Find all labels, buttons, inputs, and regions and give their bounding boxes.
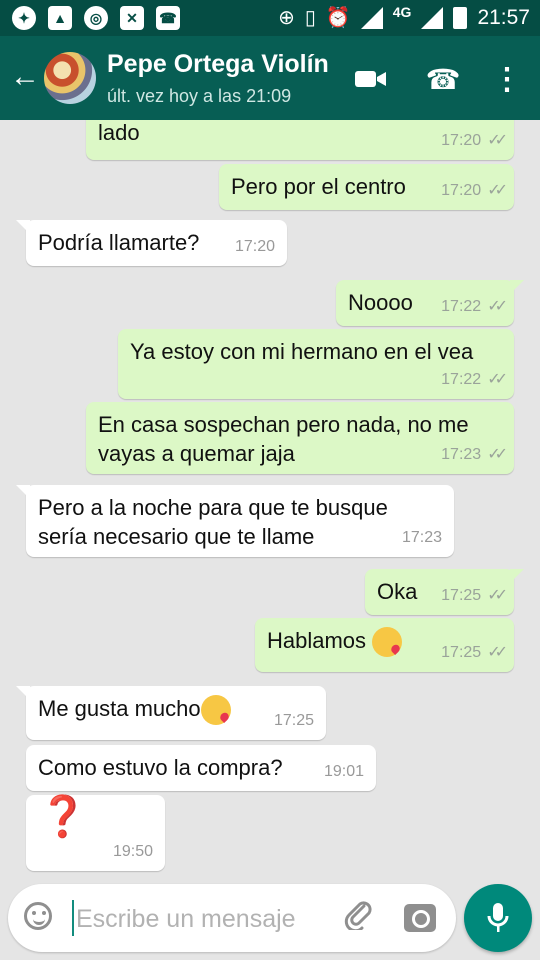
phone-call-icon[interactable]: ☎ xyxy=(426,62,461,96)
avatar[interactable] xyxy=(44,52,96,104)
status-right-icons: ⊕ ▯ ⏰ 4G 21:57 xyxy=(278,4,530,30)
signal-icon xyxy=(360,7,383,29)
message-text: Hablamos xyxy=(267,628,367,653)
read-ticks-icon: ✓✓ xyxy=(487,644,508,661)
message-meta: 17:25 ✓✓ xyxy=(441,638,508,667)
message-text: Pero a la noche para que te busque sería… xyxy=(38,495,388,549)
phone-badge-icon: ☎ xyxy=(156,6,180,30)
status-left-icons: ✦ ▲ ◎ ✕ ☎ xyxy=(12,6,180,30)
message-bubble-outgoing[interactable]: Pero por el centro 17:20 ✓✓ xyxy=(219,164,514,210)
message-bubble-outgoing[interactable]: Ya estoy con mi hermano en el vea 17:22 ✓… xyxy=(118,329,514,399)
message-bubble-incoming[interactable]: Pero a la noche para que te busque sería… xyxy=(16,485,454,557)
microphone-icon xyxy=(487,903,509,932)
camera-icon[interactable] xyxy=(404,904,436,932)
message-bubble-outgoing[interactable]: Hablamos 17:25 ✓✓ xyxy=(255,618,514,672)
question-mark-emoji: ❓ xyxy=(38,795,88,839)
message-text: Noooo xyxy=(348,290,413,315)
message-time: 17:25 xyxy=(441,644,482,661)
bubble-tail xyxy=(16,686,30,700)
message-bubble-incoming[interactable]: Como estuvo la compra? 19:01 xyxy=(26,745,376,791)
message-meta: 17:22 ✓✓ xyxy=(441,365,508,394)
network-type: 4G xyxy=(392,4,412,20)
message-meta: 17:25 ✓✓ xyxy=(441,581,508,610)
message-text: lado xyxy=(98,120,140,145)
message-time: 17:23 xyxy=(401,529,442,546)
attach-icon[interactable] xyxy=(342,898,374,933)
emoji-icon[interactable] xyxy=(24,902,52,930)
chrome-icon: ◎ xyxy=(84,6,108,30)
vibrate-icon: ▯ xyxy=(304,7,316,29)
voice-message-button[interactable] xyxy=(464,884,532,952)
message-bubble-outgoing[interactable]: Oka 17:25 ✓✓ xyxy=(365,569,524,615)
message-text: Me gusta mucho xyxy=(38,696,201,721)
message-meta: 17:23 ✓✓ xyxy=(441,440,508,469)
message-time: 19:01 xyxy=(323,763,364,780)
message-list[interactable]: lado 17:20 ✓✓ Pero por el centro 17:20 ✓✓ … xyxy=(0,120,540,880)
contact-name[interactable]: Pepe Ortega Violín xyxy=(107,50,329,79)
message-meta: 17:20 ✓✓ xyxy=(441,176,508,205)
message-bubble-incoming[interactable]: ❓ 19:50 xyxy=(26,795,165,871)
kiss-emoji-icon xyxy=(372,627,403,658)
messenger-icon: ✦ xyxy=(12,6,36,30)
read-ticks-icon: ✓✓ xyxy=(487,446,508,463)
signal-icon xyxy=(421,7,444,29)
message-bubble-outgoing[interactable]: Noooo 17:22 ✓✓ xyxy=(336,280,524,326)
read-ticks-icon: ✓✓ xyxy=(487,182,508,199)
gallery-icon: ▲ xyxy=(48,6,72,30)
read-ticks-icon: ✓✓ xyxy=(487,132,508,149)
bubble-tail xyxy=(16,485,30,499)
bubble-tail xyxy=(510,280,524,294)
message-composer xyxy=(8,884,456,952)
message-time: 17:22 xyxy=(441,371,482,388)
add-icon: ⊕ xyxy=(278,7,295,29)
more-options-icon[interactable]: ⋮ xyxy=(490,62,524,96)
message-text: Como estuvo la compra? xyxy=(38,755,283,780)
message-bubble-outgoing[interactable]: lado 17:20 ✓✓ xyxy=(86,120,514,160)
message-time: 17:25 xyxy=(273,712,314,729)
message-text: En casa sospechan pero nada, no me vayas… xyxy=(98,412,469,466)
read-ticks-icon: ✓✓ xyxy=(487,371,508,388)
message-text: Oka xyxy=(377,579,418,604)
message-bubble-incoming[interactable]: Me gusta mucho 17:25 xyxy=(16,686,326,740)
message-meta: 17:20 ✓✓ xyxy=(441,126,508,155)
read-ticks-icon: ✓✓ xyxy=(487,587,508,604)
message-time: 17:20 xyxy=(234,238,275,255)
last-seen: últ. vez hoy a las 21:09 xyxy=(107,86,292,106)
message-time: 19:50 xyxy=(112,843,153,860)
message-text: Podría llamarte? xyxy=(38,230,200,255)
status-bar: ✦ ▲ ◎ ✕ ☎ ⊕ ▯ ⏰ 4G 21:57 xyxy=(0,0,540,36)
message-bubble-incoming[interactable]: Podría llamarte? 17:20 xyxy=(16,220,287,266)
settings-icon: ✕ xyxy=(120,6,144,30)
video-call-icon[interactable] xyxy=(354,62,388,96)
message-time: 17:25 xyxy=(441,587,482,604)
message-time: 17:20 xyxy=(441,182,482,199)
read-ticks-icon: ✓✓ xyxy=(487,298,508,315)
message-input[interactable] xyxy=(74,898,338,940)
message-bubble-outgoing[interactable]: En casa sospechan pero nada, no me vayas… xyxy=(86,402,514,474)
kiss-emoji-icon xyxy=(200,695,231,726)
message-time: 17:22 xyxy=(441,298,482,315)
message-text: Pero por el centro xyxy=(231,174,406,199)
message-text: Ya estoy con mi hermano en el vea xyxy=(130,339,474,364)
message-time: 17:23 xyxy=(441,446,482,463)
chat-header: ← Pepe Ortega Violín últ. vez hoy a las … xyxy=(0,36,540,120)
message-meta: 17:22 ✓✓ xyxy=(441,292,508,321)
message-time: 17:20 xyxy=(441,132,482,149)
bubble-tail xyxy=(510,569,524,583)
alarm-icon: ⏰ xyxy=(325,7,351,29)
bubble-tail xyxy=(16,220,30,234)
battery-icon xyxy=(453,7,468,29)
back-arrow-icon[interactable]: ← xyxy=(10,60,40,94)
clock-time: 21:57 xyxy=(477,6,530,29)
